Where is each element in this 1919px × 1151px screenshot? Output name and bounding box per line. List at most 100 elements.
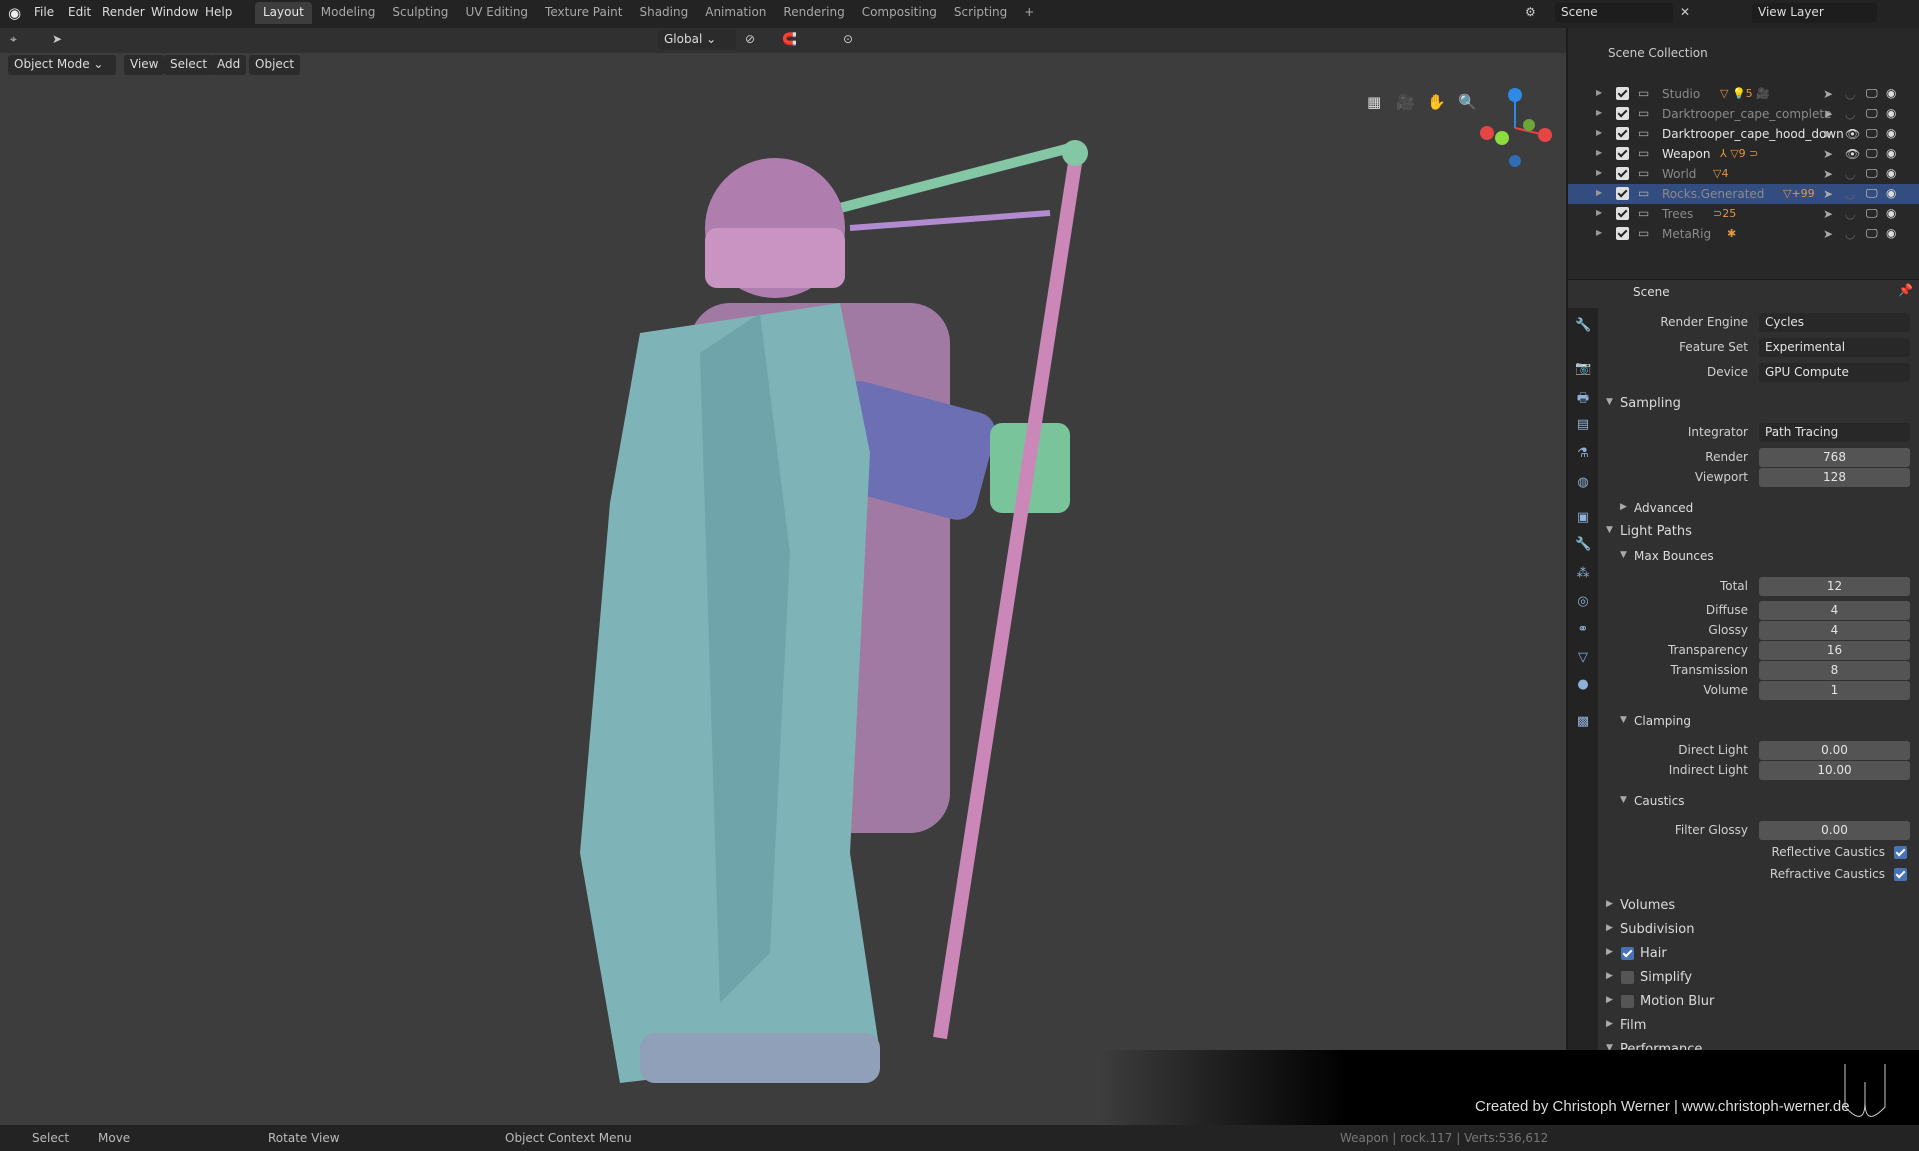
hair-checkbox[interactable] [1621,947,1634,960]
expand-arrow-icon[interactable]: ▶ [1596,148,1602,157]
expand-arrow-icon[interactable]: ▶ [1596,108,1602,117]
tab-scripting[interactable]: Scripting [946,2,1015,24]
outliner-row[interactable]: ▶ ▭ Studio ▽ 💡5 🎥 ➤ ◡ 🖵 ◉ [1568,84,1919,104]
outliner-row[interactable]: ▶ ▭ World ▽4 ➤ ◡ 🖵 ◉ [1568,164,1919,184]
visibility-checkbox[interactable] [1616,87,1629,100]
advanced-subpanel[interactable]: Advanced [1598,497,1919,521]
outliner-root[interactable]: Scene Collection [1608,46,1708,60]
render-engine-dropdown[interactable]: Cycles [1759,313,1910,332]
output-icon[interactable]: 🖶 [1575,389,1591,406]
caustics-subpanel[interactable]: Caustics [1598,790,1919,814]
simplify-panel[interactable]: Simplify [1598,966,1919,990]
constraints-icon[interactable]: ⚭ [1575,622,1591,638]
mode-dropdown[interactable]: Object Mode ⌄ [8,55,116,75]
integrator-dropdown[interactable]: Path Tracing [1759,423,1910,442]
eye-icon[interactable]: ◡ [1845,207,1855,221]
tool-icon[interactable]: 🔧 [1575,318,1591,334]
collection-name[interactable]: Studio [1662,87,1700,101]
scene-icon[interactable]: ⚗ [1575,446,1591,462]
monitor-icon[interactable]: 🖵 [1866,206,1878,221]
collection-name[interactable]: Weapon [1662,147,1710,161]
collection-name[interactable]: World [1662,167,1696,181]
data-icon[interactable]: ▽ [1575,650,1591,666]
tab--[interactable]: + [1016,2,1042,24]
max-bounces-subpanel[interactable]: Max Bounces [1598,545,1919,569]
snap-icon[interactable]: 🧲 [782,32,797,46]
expand-arrow-icon[interactable]: ▶ [1596,228,1602,237]
collection-name[interactable]: Trees [1662,207,1693,221]
motion-blur-checkbox[interactable] [1621,995,1634,1008]
visibility-checkbox[interactable] [1616,147,1629,160]
camera-render-icon[interactable]: ◉ [1886,226,1896,240]
tab-modeling[interactable]: Modeling [313,2,384,24]
outliner-row[interactable]: ▶ ▭ Trees ⊃25 ➤ ◡ 🖵 ◉ [1568,204,1919,224]
zoom-icon[interactable]: 🔍 [1458,93,1477,111]
monitor-icon[interactable]: 🖵 [1866,226,1878,241]
object-icon[interactable]: ▣ [1575,510,1591,526]
expand-arrow-icon[interactable]: ▶ [1596,168,1602,177]
select-arrow-icon[interactable]: ➤ [1823,107,1833,121]
camera-render-icon[interactable]: ◉ [1886,166,1896,180]
refractive-caustics-checkbox[interactable] [1894,868,1907,881]
tab-shading[interactable]: Shading [631,2,696,24]
indirect-light-field[interactable]: 10.00 [1759,761,1910,780]
render-samples-field[interactable]: 768 [1759,448,1910,467]
eye-icon[interactable]: ◡ [1845,107,1855,121]
view-layer-selector[interactable]: View Layer [1752,3,1877,23]
navigation-gizmo[interactable] [1475,83,1555,203]
hair-panel[interactable]: Hair [1598,942,1919,966]
tab-layout[interactable]: Layout [255,2,312,24]
proportional-edit-icon[interactable]: ⊙ [843,32,853,46]
performance-panel[interactable]: Performance [1598,1038,1919,1050]
outliner-row[interactable]: ▶ ▭ Darktrooper_cape_complete ➤ ◡ 🖵 ◉ [1568,104,1919,124]
outliner-row[interactable]: ▶ ▭ MetaRig ✱ ➤ ◡ 🖵 ◉ [1568,224,1919,244]
hand-pan-icon[interactable]: ✋ [1427,93,1446,111]
tab-uv-editing[interactable]: UV Editing [457,2,536,24]
select-arrow-icon[interactable]: ➤ [1823,87,1833,101]
collection-name[interactable]: MetaRig [1662,227,1711,241]
menu-help[interactable]: Help [205,5,232,19]
subdivision-panel[interactable]: Subdivision [1598,918,1919,942]
monitor-icon[interactable]: 🖵 [1866,106,1878,121]
menu-add[interactable]: Add [211,55,247,75]
visibility-checkbox[interactable] [1616,207,1629,220]
menu-select[interactable]: Select [164,55,214,75]
monitor-icon[interactable]: 🖵 [1866,146,1878,161]
monitor-icon[interactable]: 🖵 [1866,166,1878,181]
visibility-checkbox[interactable] [1616,167,1629,180]
monitor-icon[interactable]: 🖵 [1866,126,1878,141]
view-layer-icon[interactable]: ▤ [1575,417,1591,433]
editor-type-icon[interactable]: ⌖ [10,32,17,47]
menu-file[interactable]: File [34,5,54,19]
device-dropdown[interactable]: GPU Compute [1759,363,1910,382]
visibility-checkbox[interactable] [1616,107,1629,120]
expand-arrow-icon[interactable]: ▶ [1596,208,1602,217]
eye-icon[interactable]: ◡ [1845,167,1855,181]
scene-selector[interactable]: Scene [1555,3,1673,23]
monitor-icon[interactable]: 🖵 [1866,186,1878,201]
material-icon[interactable]: ● [1575,677,1591,693]
select-arrow-icon[interactable]: ➤ [1823,227,1833,241]
select-tool-icon[interactable]: ➤ [52,32,62,46]
tab-animation[interactable]: Animation [697,2,774,24]
reflective-caustics-checkbox[interactable] [1894,846,1907,859]
camera-render-icon[interactable]: ◉ [1886,206,1896,220]
camera-render-icon[interactable]: ◉ [1886,126,1896,140]
menu-object[interactable]: Object [249,55,301,75]
bounce-transparency-field[interactable]: 16 [1759,641,1910,660]
scene-icon[interactable]: ⚙ [1525,5,1536,19]
viewport-samples-field[interactable]: 128 [1759,468,1910,487]
3d-viewport[interactable]: Object Mode ⌄ View Select Add Object ▦ 🎥… [0,53,1566,1125]
visibility-checkbox[interactable] [1616,127,1629,140]
sampling-panel[interactable]: Sampling [1598,392,1919,416]
bounce-transmission-field[interactable]: 8 [1759,661,1910,680]
tab-rendering[interactable]: Rendering [775,2,852,24]
menu-window[interactable]: Window [151,5,198,19]
camera-icon[interactable]: 🎥 [1396,93,1415,111]
collection-name[interactable]: Rocks.Generated [1662,187,1764,201]
eye-icon[interactable]: 👁 [1845,127,1860,141]
transform-orientation-dropdown[interactable]: Global ⌄ [658,30,736,50]
expand-arrow-icon[interactable]: ▶ [1596,88,1602,97]
bounce-diffuse-field[interactable]: 4 [1759,601,1910,620]
particles-icon[interactable]: ⁂ [1575,566,1591,582]
